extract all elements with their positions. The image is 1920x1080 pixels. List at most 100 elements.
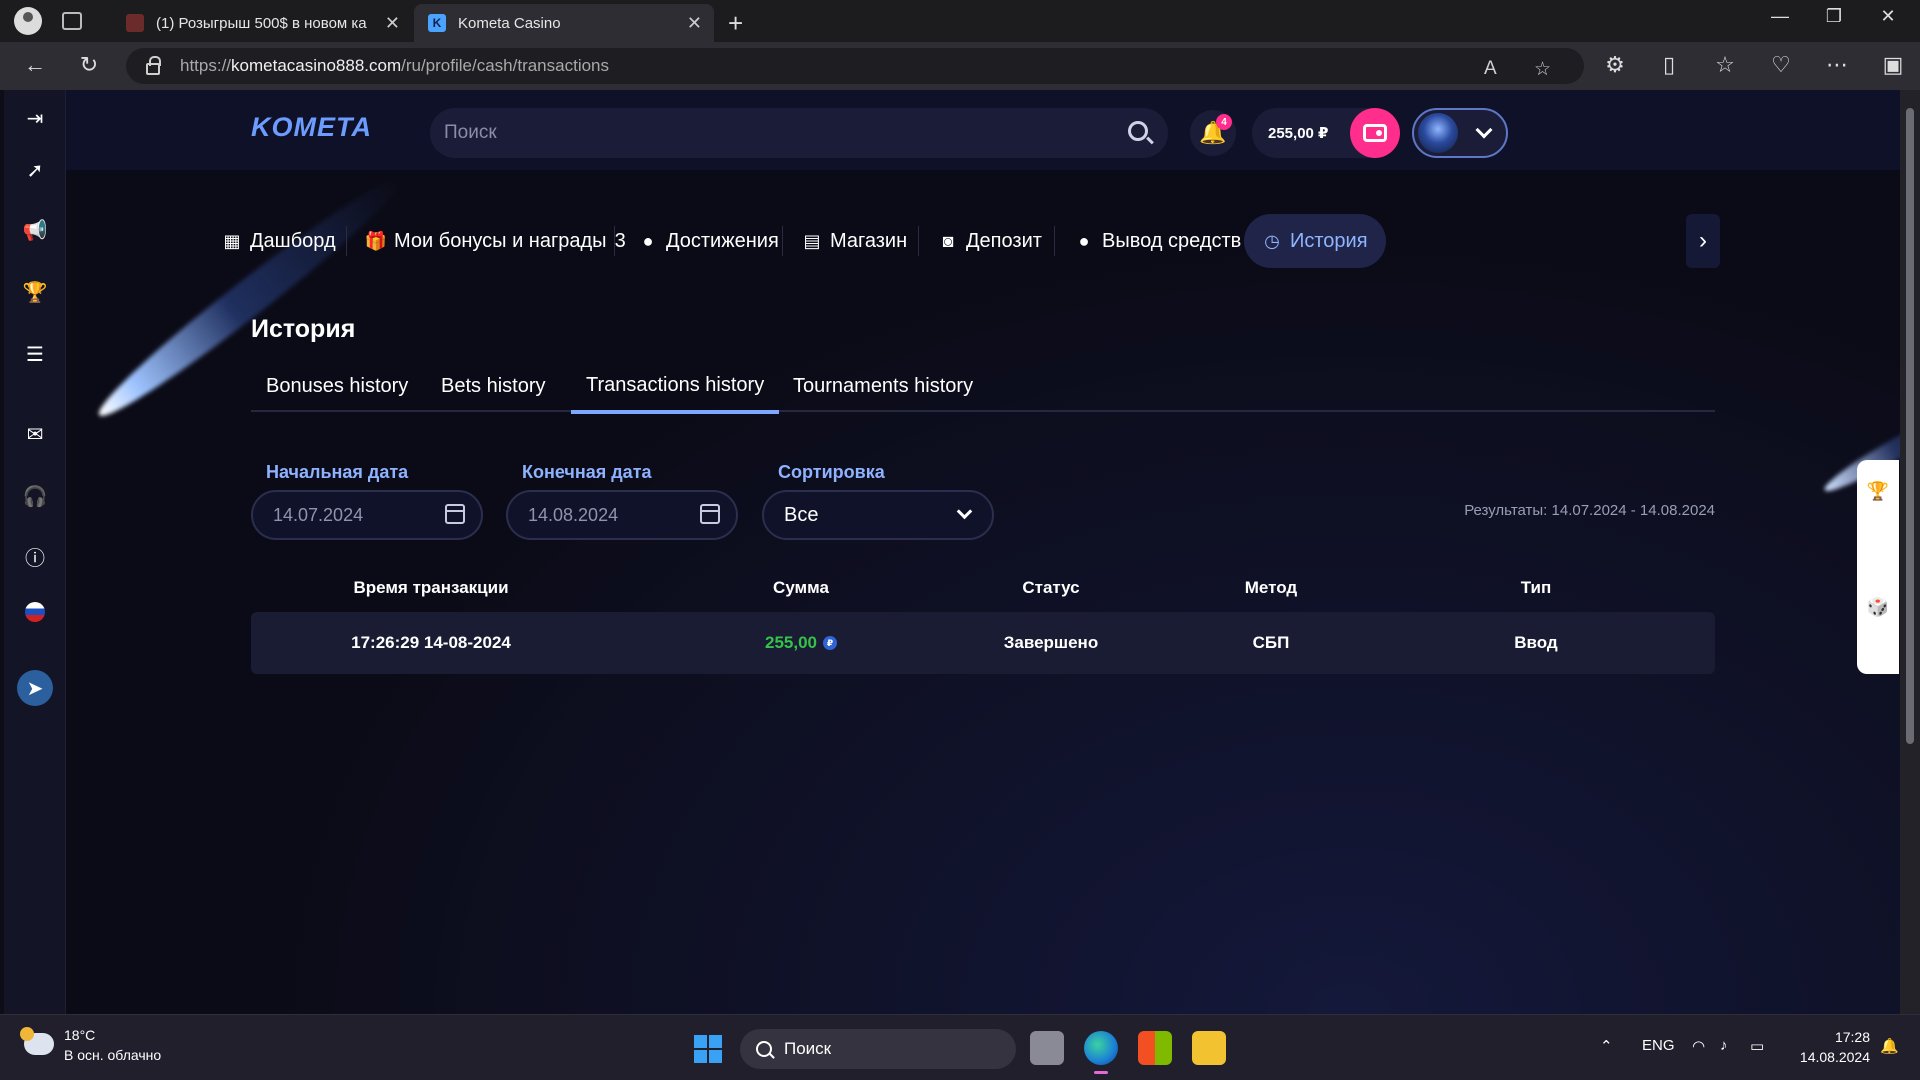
url-field[interactable]: https://kometacasino888.com/ru/profile/c…	[126, 48, 1584, 84]
notification-bell-icon[interactable]: 🔔	[1880, 1037, 1899, 1055]
task-view-icon[interactable]	[1030, 1031, 1064, 1065]
favorites-icon[interactable]: ☆	[1710, 52, 1740, 78]
profile-menu-button[interactable]	[1412, 108, 1508, 158]
dashboard-icon: ▦	[223, 230, 241, 251]
search-input[interactable]	[444, 122, 1084, 144]
microsoft-store-icon[interactable]	[1138, 1031, 1172, 1065]
browser-essentials-icon[interactable]: ♡	[1766, 52, 1796, 78]
promotions-megaphone-icon[interactable]: 📢	[17, 212, 53, 248]
taskbar-clock[interactable]: 17:28 14.08.2024	[1790, 1027, 1870, 1067]
kometa-logo[interactable]: KOMETA	[251, 112, 372, 143]
favorite-star-icon[interactable]: ☆	[1534, 58, 1551, 81]
volume-icon[interactable]: ♪	[1720, 1037, 1728, 1054]
nav-divider	[614, 226, 615, 256]
refresh-icon[interactable]: ↻	[74, 52, 104, 78]
sidebar-toggle-icon[interactable]: ▣	[1878, 52, 1908, 78]
wallet-button[interactable]	[1350, 108, 1400, 158]
nav-item-label: Вывод средств	[1102, 229, 1242, 252]
transaction-type: Ввод	[1514, 633, 1558, 652]
input-language[interactable]: ENG	[1642, 1037, 1675, 1054]
tray-overflow-chevron-icon[interactable]: ⌃	[1600, 1037, 1613, 1055]
tab-transactions-history[interactable]: Transactions history	[571, 360, 780, 414]
wallet-icon	[1363, 124, 1387, 142]
kometa-favicon-icon: K	[428, 14, 446, 32]
battery-icon[interactable]: ▭	[1750, 1037, 1764, 1055]
info-icon[interactable]: ⓘ	[17, 538, 53, 574]
scrollbar-thumb[interactable]	[1906, 108, 1914, 744]
bank-icon[interactable]: 🏛	[1865, 536, 1891, 562]
collapse-sidebar-icon[interactable]: ⇥	[17, 100, 53, 136]
calendar-icon[interactable]	[445, 504, 465, 524]
trophy-icon[interactable]: 🏆	[1865, 478, 1891, 504]
browser-profile-icon[interactable]	[14, 7, 42, 35]
deposit-icon: ◙	[942, 230, 954, 251]
messages-icon[interactable]: ✉	[17, 416, 53, 452]
weather-temperature: 18°C	[64, 1027, 96, 1043]
tab-actions-icon[interactable]	[62, 12, 82, 30]
notifications-button[interactable]: 🔔 4	[1190, 110, 1236, 156]
close-window-icon[interactable]: ✕	[1860, 6, 1916, 27]
tab-bonuses-history[interactable]: Bonuses history	[251, 360, 423, 412]
nav-item-achievements[interactable]: ● Достижения	[638, 214, 779, 268]
support-headphones-icon[interactable]: 🎧	[17, 478, 53, 514]
kometa-mini-logo-icon[interactable]: ➚	[17, 152, 53, 188]
telegram-icon[interactable]: ➤	[17, 670, 53, 706]
tab-favicon-icon	[126, 14, 144, 32]
column-header-type: Тип	[1520, 578, 1552, 597]
transactions-table-header: Время транзакции Сумма Статус Метод Тип	[251, 568, 1715, 608]
start-date-field[interactable]: 14.07.2024	[251, 490, 483, 540]
read-aloud-icon[interactable]: A	[1484, 58, 1497, 80]
nav-item-deposit[interactable]: ◙ Депозит	[938, 214, 1042, 268]
new-tab-icon[interactable]: +	[728, 8, 743, 39]
search-bar[interactable]	[430, 108, 1168, 158]
language-flag-icon[interactable]	[17, 594, 53, 630]
address-bar-row: ← ↻ https://kometacasino888.com/ru/profi…	[0, 42, 1920, 90]
sort-select[interactable]: Все	[762, 490, 994, 540]
leaderboard-list-icon[interactable]: ☰	[17, 336, 53, 372]
table-row[interactable]: 17:26:29 14-08-2024 255,00 ₽ Завершено С…	[251, 612, 1715, 674]
search-icon[interactable]	[1128, 121, 1148, 141]
wifi-icon[interactable]: ◠	[1692, 1037, 1705, 1055]
minimize-icon[interactable]: —	[1752, 6, 1808, 27]
nav-divider	[782, 226, 783, 256]
ruble-icon: ₽	[823, 636, 837, 650]
page-scrollbar[interactable]	[1900, 90, 1920, 1014]
nav-next-chevron-icon[interactable]: ›	[1686, 214, 1720, 268]
nav-item-history[interactable]: ◷ История	[1244, 214, 1386, 268]
column-header-status: Статус	[1022, 578, 1080, 597]
tab-tournaments-history[interactable]: Tournaments history	[778, 360, 988, 412]
edge-browser-icon[interactable]	[1084, 1031, 1118, 1074]
tab-bets-history[interactable]: Bets history	[426, 360, 560, 412]
file-explorer-icon[interactable]	[1192, 1031, 1226, 1065]
sort-value: Все	[784, 503, 819, 526]
extensions-icon[interactable]: ⚙	[1600, 52, 1630, 78]
close-tab-icon[interactable]: ✕	[687, 13, 702, 34]
tournaments-trophy-icon[interactable]: 🏆	[17, 274, 53, 310]
more-menu-icon[interactable]: ⋯	[1822, 52, 1852, 78]
dice-icon[interactable]: 🎲	[1865, 594, 1891, 620]
weather-cloud-icon[interactable]	[20, 1027, 54, 1055]
start-date-label: Начальная дата	[266, 462, 409, 482]
calendar-icon[interactable]	[700, 504, 720, 524]
browser-tab-giveaway[interactable]: (1) Розыгрыш 500$ в новом ка ✕	[112, 4, 412, 42]
nav-item-bonuses[interactable]: 🎁 Мои бонусы и награды 3	[365, 214, 626, 268]
results-range: Результаты: 14.07.2024 - 14.08.2024	[1464, 502, 1715, 519]
nav-item-shop[interactable]: ▤ Магазин	[802, 214, 907, 268]
end-date-field[interactable]: 14.08.2024	[506, 490, 738, 540]
nav-item-label: Мои бонусы и награды	[394, 229, 607, 252]
split-screen-icon[interactable]: ▯	[1654, 52, 1684, 78]
nav-item-withdrawal[interactable]: ● Вывод средств	[1074, 214, 1242, 268]
close-tab-icon[interactable]: ✕	[385, 13, 400, 34]
url-path: /ru/profile/cash/transactions	[401, 56, 610, 75]
transaction-time: 17:26:29 14-08-2024	[351, 633, 511, 652]
history-subtabs: Bonuses history Bets history Transaction…	[251, 360, 1715, 414]
windows-start-icon[interactable]	[694, 1035, 722, 1063]
column-header-amount: Сумма	[773, 578, 829, 597]
nav-item-dashboard[interactable]: ▦ Дашборд	[222, 214, 335, 268]
browser-tab-kometa[interactable]: K Kometa Casino ✕	[414, 4, 714, 42]
back-arrow-icon[interactable]: ←	[20, 52, 50, 78]
casino-page: ⇥ ➚ 📢 🏆 ☰ ✉ 🎧 ⓘ ➤ KOMETA 🔔 4 255,00 ₽	[4, 90, 1900, 1014]
url-scheme: https://	[180, 56, 232, 75]
taskbar-search[interactable]: Поиск	[740, 1029, 1016, 1069]
restore-icon[interactable]: ❐	[1806, 6, 1862, 27]
